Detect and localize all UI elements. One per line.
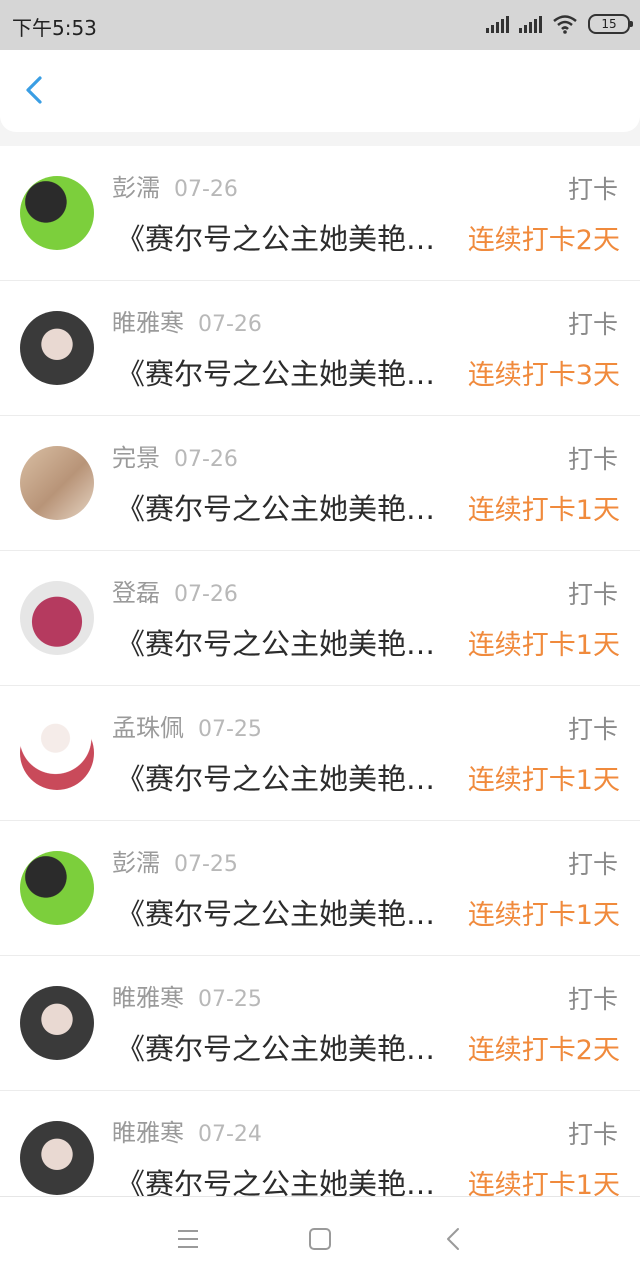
checkin-date: 07-26	[174, 447, 238, 472]
menu-icon	[178, 1230, 198, 1248]
checkin-date: 07-25	[198, 717, 262, 742]
battery-level: 15	[601, 17, 617, 31]
checkin-label: 打卡	[567, 715, 618, 744]
book-title[interactable]: 《赛尔号之公主她美艳…	[116, 621, 456, 663]
streak-label: 连续打卡2天	[467, 1035, 620, 1066]
home-square-icon	[309, 1228, 331, 1250]
list-item[interactable]: 睢雅寒 07-26 打卡 《赛尔号之公主她美艳… 连续打卡3天	[0, 281, 640, 416]
wifi-icon	[553, 15, 577, 34]
checkin-label: 打卡	[567, 310, 618, 339]
checkin-date: 07-26	[174, 582, 238, 607]
list-item[interactable]: 睢雅寒 07-24 打卡 《赛尔号之公主她美艳… 连续打卡1天	[0, 1091, 640, 1196]
book-title[interactable]: 《赛尔号之公主她美艳…	[116, 891, 456, 933]
avatar[interactable]	[20, 581, 94, 655]
checkin-date: 07-25	[174, 852, 238, 877]
back-triangle-icon	[447, 1228, 459, 1250]
status-icons: 15	[486, 12, 633, 36]
avatar[interactable]	[20, 1121, 94, 1195]
book-title[interactable]: 《赛尔号之公主她美艳…	[116, 216, 456, 258]
list-item[interactable]: 孟珠佩 07-25 打卡 《赛尔号之公主她美艳… 连续打卡1天	[0, 686, 640, 821]
checkin-list: 彭濡 07-26 打卡 《赛尔号之公主她美艳… 连续打卡2天 睢雅寒 07-26 打…	[0, 146, 640, 1196]
list-item[interactable]: 完景 07-26 打卡 《赛尔号之公主她美艳… 连续打卡1天	[0, 416, 640, 551]
checkin-label: 打卡	[567, 1120, 618, 1149]
checkin-label: 打卡	[567, 850, 618, 879]
checkin-date: 07-26	[174, 177, 238, 202]
streak-label: 连续打卡2天	[467, 225, 620, 256]
signal-icon	[486, 15, 509, 33]
checkin-label: 打卡	[567, 580, 618, 609]
header	[0, 50, 640, 132]
avatar[interactable]	[20, 716, 94, 790]
list-item[interactable]: 睢雅寒 07-25 打卡 《赛尔号之公主她美艳… 连续打卡2天	[0, 956, 640, 1091]
home-button[interactable]	[300, 1221, 340, 1257]
list-item[interactable]: 彭濡 07-26 打卡 《赛尔号之公主她美艳… 连续打卡2天	[0, 146, 640, 281]
avatar[interactable]	[20, 851, 94, 925]
chevron-left-icon	[26, 76, 42, 104]
streak-label: 连续打卡1天	[467, 630, 620, 661]
system-back-button[interactable]	[434, 1221, 474, 1257]
signal-icon	[519, 15, 542, 33]
status-bar: 下午5:53 15	[0, 0, 640, 50]
avatar[interactable]	[20, 311, 94, 385]
avatar[interactable]	[20, 446, 94, 520]
avatar[interactable]	[20, 986, 94, 1060]
back-button[interactable]	[18, 70, 58, 110]
user-name: 睢雅寒	[112, 984, 184, 1012]
user-name: 孟珠佩	[112, 714, 184, 742]
system-nav-bar	[0, 1196, 640, 1281]
book-title[interactable]: 《赛尔号之公主她美艳…	[116, 1026, 456, 1068]
book-title[interactable]: 《赛尔号之公主她美艳…	[116, 756, 456, 798]
checkin-date: 07-25	[198, 987, 262, 1012]
user-name: 睢雅寒	[112, 309, 184, 337]
checkin-label: 打卡	[567, 985, 618, 1014]
book-title[interactable]: 《赛尔号之公主她美艳…	[116, 1161, 456, 1196]
list-item[interactable]: 登磊 07-26 打卡 《赛尔号之公主她美艳… 连续打卡1天	[0, 551, 640, 686]
streak-label: 连续打卡1天	[467, 1170, 620, 1196]
avatar[interactable]	[20, 176, 94, 250]
menu-button[interactable]	[168, 1221, 208, 1257]
list-item[interactable]: 彭濡 07-25 打卡 《赛尔号之公主她美艳… 连续打卡1天	[0, 821, 640, 956]
battery-icon: 15	[588, 14, 633, 34]
streak-label: 连续打卡3天	[467, 360, 620, 391]
user-name: 彭濡	[112, 849, 160, 877]
user-name: 睢雅寒	[112, 1119, 184, 1147]
user-name: 彭濡	[112, 174, 160, 202]
streak-label: 连续打卡1天	[467, 900, 620, 931]
book-title[interactable]: 《赛尔号之公主她美艳…	[116, 486, 456, 528]
checkin-label: 打卡	[567, 175, 618, 204]
checkin-date: 07-26	[198, 312, 262, 337]
streak-label: 连续打卡1天	[467, 765, 620, 796]
checkin-label: 打卡	[567, 445, 618, 474]
streak-label: 连续打卡1天	[467, 495, 620, 526]
checkin-date: 07-24	[198, 1122, 262, 1147]
user-name: 完景	[112, 444, 160, 472]
user-name: 登磊	[112, 579, 160, 607]
book-title[interactable]: 《赛尔号之公主她美艳…	[116, 351, 456, 393]
status-time: 下午5:53	[12, 16, 97, 40]
